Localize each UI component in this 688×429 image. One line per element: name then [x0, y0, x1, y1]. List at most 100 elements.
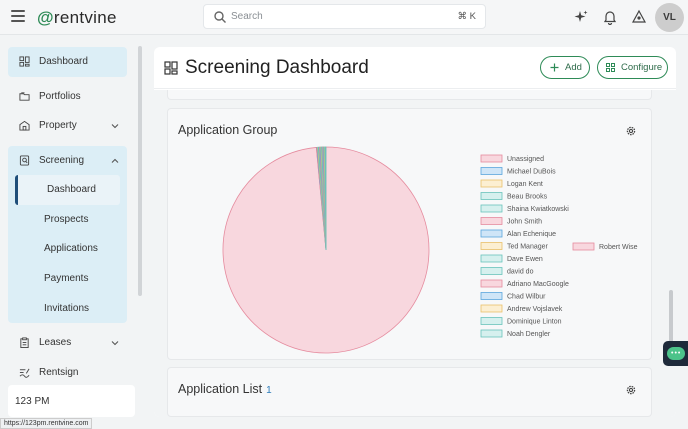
sidebar-item-label: Portfolios: [39, 90, 81, 102]
company-box[interactable]: 123 PM: [8, 385, 135, 417]
legend-swatch: [480, 204, 503, 213]
sparkle-icon[interactable]: [573, 9, 589, 25]
sidebar-item-screening[interactable]: Screening: [8, 146, 127, 176]
legend-label: Dave Ewen: [507, 256, 543, 263]
legend-item[interactable]: John Smith: [480, 217, 542, 226]
legend-swatch: [480, 217, 503, 225]
status-url: https://123pm.rentvine.com: [0, 418, 93, 429]
legend-swatch: [480, 229, 503, 238]
legend-label: Robert Wise: [599, 244, 638, 251]
sidebar-item-label: Property: [39, 120, 77, 132]
legend-label: Shaina Kwiatkowski: [507, 206, 569, 213]
sidebar: Dashboard Portfolios Property Screening …: [0, 35, 147, 429]
menu-icon[interactable]: [11, 10, 25, 22]
add-button-label: Add: [565, 62, 582, 73]
sidebar-item-portfolios[interactable]: Portfolios: [8, 82, 127, 112]
rentvine-logo[interactable]: @rentvine: [37, 8, 117, 28]
legend-swatch: [480, 254, 503, 263]
legend-label: Alan Echenique: [507, 231, 556, 238]
legend-item[interactable]: Dave Ewen: [480, 254, 543, 263]
legend-item[interactable]: Adriano MacGoogle: [480, 279, 569, 288]
legend-item[interactable]: Robert Wise: [572, 242, 638, 251]
legend-item[interactable]: Shaina Kwiatkowski: [480, 204, 569, 213]
legend-item[interactable]: Ted Manager: [480, 242, 549, 251]
clipboard-icon: [20, 337, 29, 349]
sidebar-sub-prospects[interactable]: Prospects: [8, 205, 127, 235]
plus-icon: [550, 63, 559, 72]
sidebar-nav: Dashboard Portfolios Property Screening …: [8, 47, 127, 387]
application-group-card: Application Group Unassigned Michael DuBo…: [167, 108, 652, 360]
legend-item[interactable]: Beau Brooks: [480, 192, 548, 201]
add-button[interactable]: Add: [540, 56, 590, 79]
legend-label: Noah Dengler: [507, 331, 551, 338]
legend-label: Chad Wilbur: [507, 294, 546, 301]
legend-swatch: [480, 279, 503, 288]
search-placeholder: Search: [231, 11, 263, 22]
legend-swatch: [480, 292, 503, 300]
gear-icon[interactable]: [625, 384, 637, 396]
signature-icon: [19, 368, 30, 378]
legend-item[interactable]: david do: [480, 267, 534, 276]
grid-icon: [606, 63, 615, 72]
sidebar-sub-invitations[interactable]: Invitations: [8, 293, 127, 323]
dashboard-icon: [164, 61, 178, 75]
legend-swatch: [480, 179, 503, 188]
legend-swatch: [480, 167, 503, 175]
count-badge: 1: [266, 385, 272, 396]
legend-label: david do: [507, 269, 534, 276]
legend-item[interactable]: Alan Echenique: [480, 229, 556, 238]
legend-swatch: [480, 242, 503, 250]
sidebar-scrollbar[interactable]: [138, 46, 142, 296]
chevron-down-icon: [111, 124, 119, 129]
chevron-down-icon: [111, 341, 119, 346]
sidebar-item-label: Screening: [39, 154, 85, 166]
main-panel: Screening Dashboard Add Configure Applic…: [154, 47, 676, 417]
card-title-text: Application List: [178, 382, 263, 396]
sidebar-item-label: Leases: [39, 337, 72, 349]
sidebar-item-dashboard[interactable]: Dashboard: [8, 47, 127, 77]
legend-label: Ted Manager: [507, 244, 549, 251]
alert-icon[interactable]: [631, 9, 647, 25]
configure-button-label: Configure: [621, 62, 663, 73]
legend-swatch: [480, 154, 503, 163]
legend-item[interactable]: Chad Wilbur: [480, 292, 546, 301]
bell-icon[interactable]: [602, 9, 618, 25]
sidebar-item-property[interactable]: Property: [8, 111, 127, 141]
legend-label: Michael DuBois: [507, 169, 556, 176]
search-icon: [214, 11, 226, 23]
legend-swatch: [480, 329, 503, 338]
legend-item[interactable]: Dominique Linton: [480, 317, 562, 326]
previous-card: [167, 90, 652, 100]
legend-swatch: [480, 304, 503, 313]
building-icon: [19, 121, 30, 131]
page-header: Screening Dashboard Add Configure: [154, 47, 676, 89]
sidebar-sub-applications[interactable]: Applications: [8, 234, 127, 264]
user-avatar[interactable]: VL: [655, 3, 684, 32]
legend-item[interactable]: Logan Kent: [480, 179, 543, 188]
dashboard-icon: [19, 56, 30, 67]
search-input[interactable]: Search ⌘ K: [203, 4, 486, 29]
screening-group: Screening Dashboard Prospects Applicatio…: [8, 145, 127, 323]
pie-chart: Unassigned Michael DuBois Logan Kent Beau B…: [222, 146, 638, 354]
chat-button[interactable]: •••: [663, 341, 688, 366]
legend-item[interactable]: Andrew Vojslavek: [480, 304, 563, 313]
sidebar-item-rentsign[interactable]: Rentsign: [8, 357, 127, 387]
top-bar: @rentvine Search ⌘ K VL: [0, 0, 688, 35]
legend-item[interactable]: Michael DuBois: [480, 167, 556, 176]
sidebar-sub-payments[interactable]: Payments: [8, 264, 127, 294]
legend-item[interactable]: Unassigned: [480, 154, 544, 163]
application-list-card: Application List 1: [167, 367, 652, 417]
legend-item[interactable]: Noah Dengler: [480, 329, 551, 338]
legend-label: Unassigned: [507, 156, 544, 163]
sidebar-sub-dashboard[interactable]: Dashboard: [15, 175, 120, 205]
legend-swatch: [480, 317, 503, 325]
legend-swatch: [480, 267, 503, 275]
legend-label: Dominique Linton: [507, 319, 562, 326]
configure-button[interactable]: Configure: [597, 56, 668, 79]
legend-label: Andrew Vojslavek: [507, 306, 563, 313]
chevron-up-icon: [111, 158, 119, 163]
sidebar-item-leases[interactable]: Leases: [8, 328, 127, 358]
page-title: Screening Dashboard: [185, 57, 369, 78]
search-shortcut: ⌘ K: [457, 11, 476, 22]
legend-swatch: [572, 242, 595, 251]
